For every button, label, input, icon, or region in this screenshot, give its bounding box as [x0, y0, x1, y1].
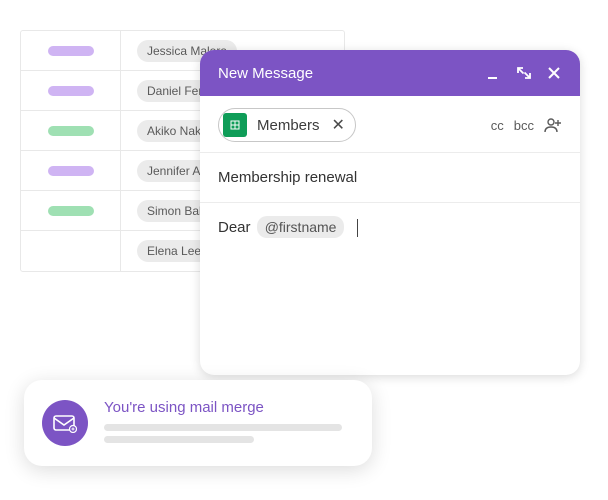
sheets-icon	[223, 113, 247, 137]
status-cell	[21, 111, 121, 150]
cc-button[interactable]: cc	[491, 118, 504, 133]
merge-variable[interactable]: @firstname	[257, 216, 345, 238]
status-pill	[48, 206, 94, 216]
status-cell	[21, 191, 121, 230]
compose-title: New Message	[218, 65, 313, 82]
status-cell	[21, 231, 121, 271]
to-field[interactable]: Members ✕ cc bcc	[200, 96, 580, 153]
mail-merge-toast: You're using mail merge	[24, 380, 372, 466]
add-person-icon[interactable]	[544, 116, 562, 134]
body-greeting: Dear	[218, 219, 255, 236]
name-cell: Elena Lee	[121, 240, 211, 262]
toast-body: You're using mail merge	[104, 399, 354, 448]
recipient-chip[interactable]: Members ✕	[218, 108, 356, 142]
bcc-button[interactable]: bcc	[514, 118, 534, 133]
status-pill	[48, 86, 94, 96]
toast-placeholder-line	[104, 436, 254, 443]
toast-placeholder-line	[104, 424, 342, 431]
subject-field[interactable]: Membership renewal	[200, 153, 580, 203]
chip-label: Members	[257, 117, 320, 134]
compose-window: New Message Members ✕ cc bcc	[200, 50, 580, 375]
to-actions: cc bcc	[491, 116, 562, 134]
text-cursor	[357, 219, 358, 237]
chip-remove-icon[interactable]: ✕	[330, 115, 347, 135]
close-icon[interactable]	[546, 65, 562, 81]
expand-icon[interactable]	[516, 65, 532, 81]
mail-merge-icon	[42, 400, 88, 446]
status-pill	[48, 126, 94, 136]
status-pill	[48, 166, 94, 176]
compose-header-actions	[486, 65, 562, 81]
toast-title: You're using mail merge	[104, 399, 354, 416]
compose-body[interactable]: Dear @firstname	[200, 203, 580, 253]
status-cell	[21, 151, 121, 190]
status-pill	[48, 46, 94, 56]
minimize-icon[interactable]	[486, 65, 502, 81]
compose-header: New Message	[200, 50, 580, 96]
status-cell	[21, 31, 121, 70]
status-cell	[21, 71, 121, 110]
